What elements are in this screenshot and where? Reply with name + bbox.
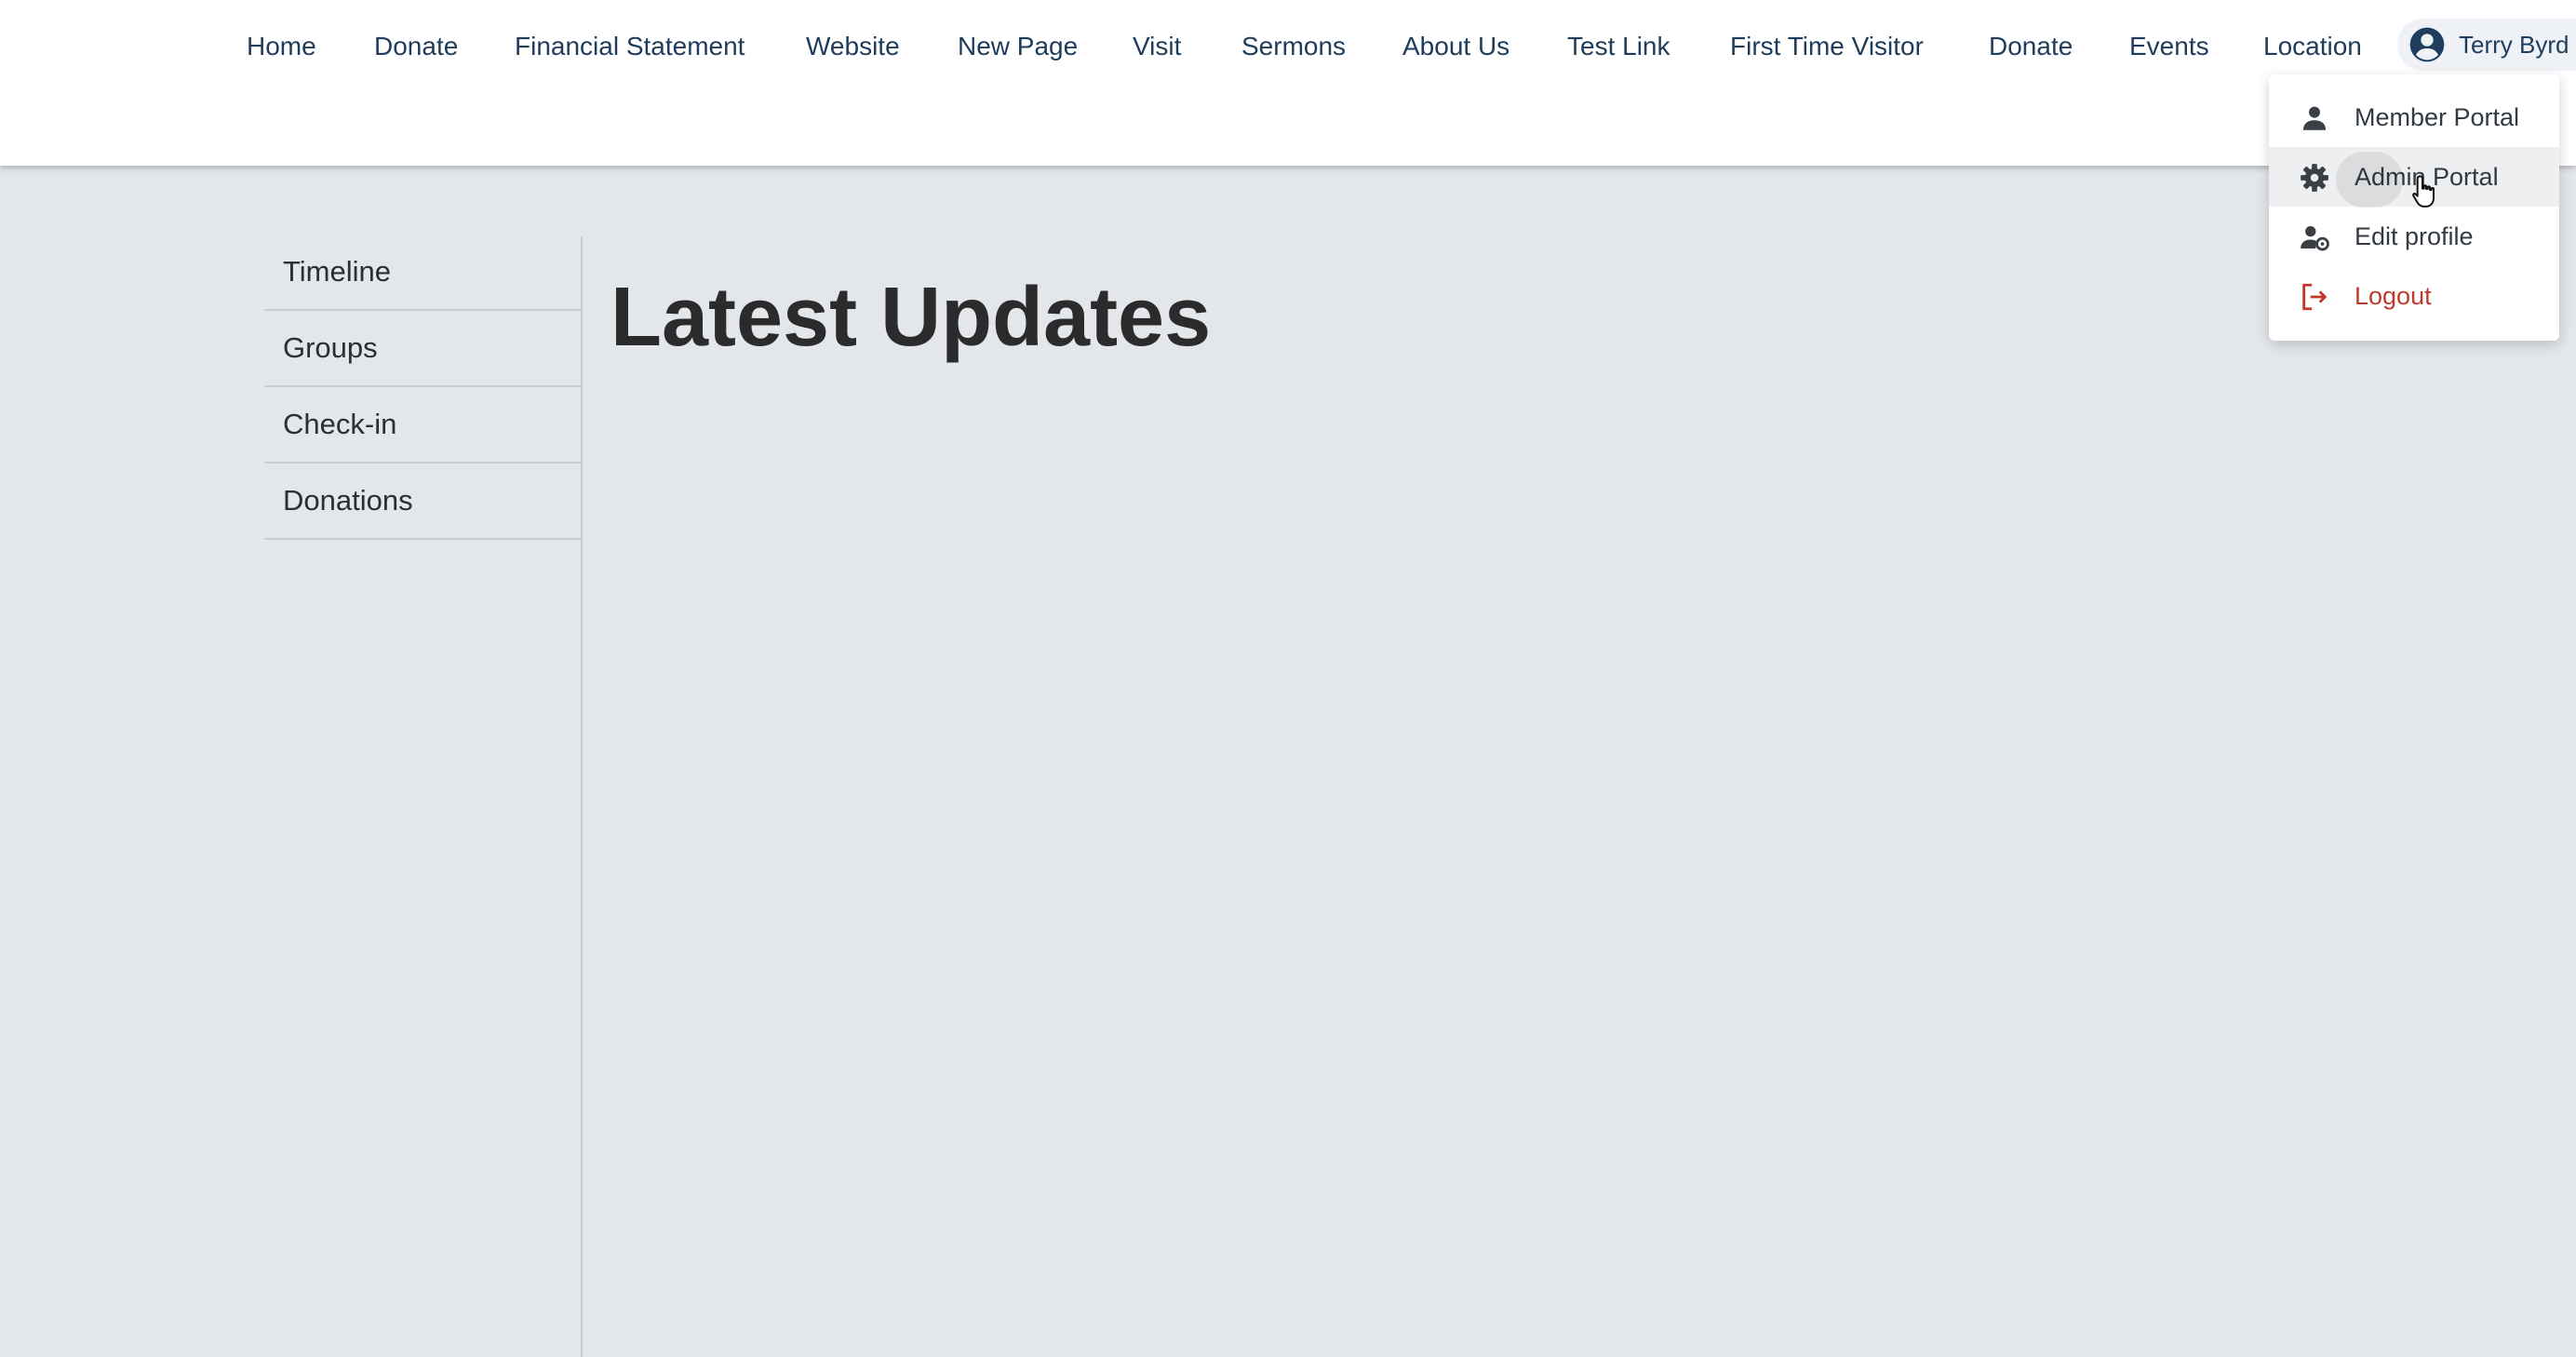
user-cog-icon [2301, 225, 2329, 251]
user-menu-button[interactable]: Terry Byrd [2397, 19, 2576, 71]
account-circle-icon [2409, 27, 2445, 62]
nav-link-location[interactable]: Location [2263, 28, 2362, 65]
menu-item-label: Logout [2355, 282, 2432, 310]
menu-item-member-portal[interactable]: Member Portal [2269, 87, 2559, 147]
nav-link-home[interactable]: Home [247, 28, 316, 65]
menu-item-label: Member Portal [2355, 103, 2520, 131]
gear-icon [2301, 164, 2328, 192]
sidebar-item-label: Check-in [283, 408, 397, 440]
nav-link-visit[interactable]: Visit [1133, 28, 1181, 65]
hand-pointer-icon [2412, 175, 2435, 208]
menu-item-edit-profile[interactable]: Edit profile [2269, 207, 2559, 266]
nav-link-events[interactable]: Events [2129, 28, 2209, 65]
person-icon [2302, 106, 2327, 130]
top-navigation-bar: Home Donate Financial Statement Website … [0, 0, 2576, 166]
nav-link-new-page[interactable]: New Page [958, 28, 1078, 65]
nav-link-test-link[interactable]: Test Link [1567, 28, 1670, 65]
logout-icon [2302, 283, 2328, 311]
hover-highlight [2336, 152, 2403, 208]
sidebar-item-groups[interactable]: Groups [264, 311, 581, 387]
user-name: Terry Byrd [2459, 31, 2569, 59]
menu-item-logout[interactable]: Logout [2269, 266, 2559, 326]
nav-link-about-us[interactable]: About Us [1402, 28, 1509, 65]
sidebar-item-timeline[interactable]: Timeline [264, 235, 581, 311]
menu-item-label: Edit profile [2355, 222, 2474, 250]
nav-link-donate[interactable]: Donate [374, 28, 458, 65]
sidebar-item-donations[interactable]: Donations [264, 464, 581, 540]
sidebar-item-label: Timeline [283, 255, 391, 288]
sidebar-item-label: Donations [283, 484, 413, 517]
sidebar-item-label: Groups [283, 331, 378, 364]
nav-link-financial-statement[interactable]: Financial Statement [515, 28, 745, 65]
sidebar-item-check-in[interactable]: Check-in [264, 387, 581, 464]
sidebar-divider [581, 236, 583, 1357]
nav-link-sermons[interactable]: Sermons [1241, 28, 1346, 65]
nav-link-first-time-visitor[interactable]: First Time Visitor [1730, 28, 1924, 65]
page-title: Latest Updates [610, 271, 1212, 364]
sidebar-nav: Timeline Groups Check-in Donations [264, 235, 581, 540]
nav-link-website[interactable]: Website [806, 28, 900, 65]
nav-link-donate-2[interactable]: Donate [1989, 28, 2073, 65]
